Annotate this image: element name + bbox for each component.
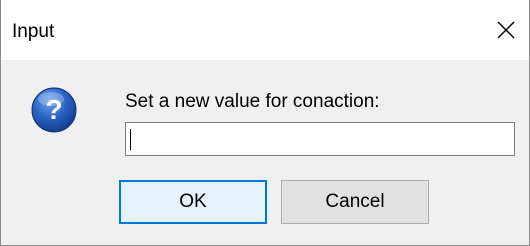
input-dialog-window: Input ? Set a new value for conaction: O… [0, 0, 530, 246]
text-caret [130, 129, 131, 150]
ok-button[interactable]: OK [119, 180, 267, 224]
close-icon [496, 20, 516, 40]
close-button[interactable] [483, 0, 529, 60]
title-bar: Input [1, 0, 529, 60]
svg-text:?: ? [45, 94, 62, 125]
dialog-content: ? Set a new value for conaction: OK Canc… [1, 60, 529, 245]
prompt-label: Set a new value for conaction: [125, 91, 380, 112]
window-title: Input [12, 21, 55, 42]
cancel-button[interactable]: Cancel [281, 180, 429, 224]
value-input[interactable] [125, 122, 515, 156]
question-icon: ? [30, 86, 78, 134]
